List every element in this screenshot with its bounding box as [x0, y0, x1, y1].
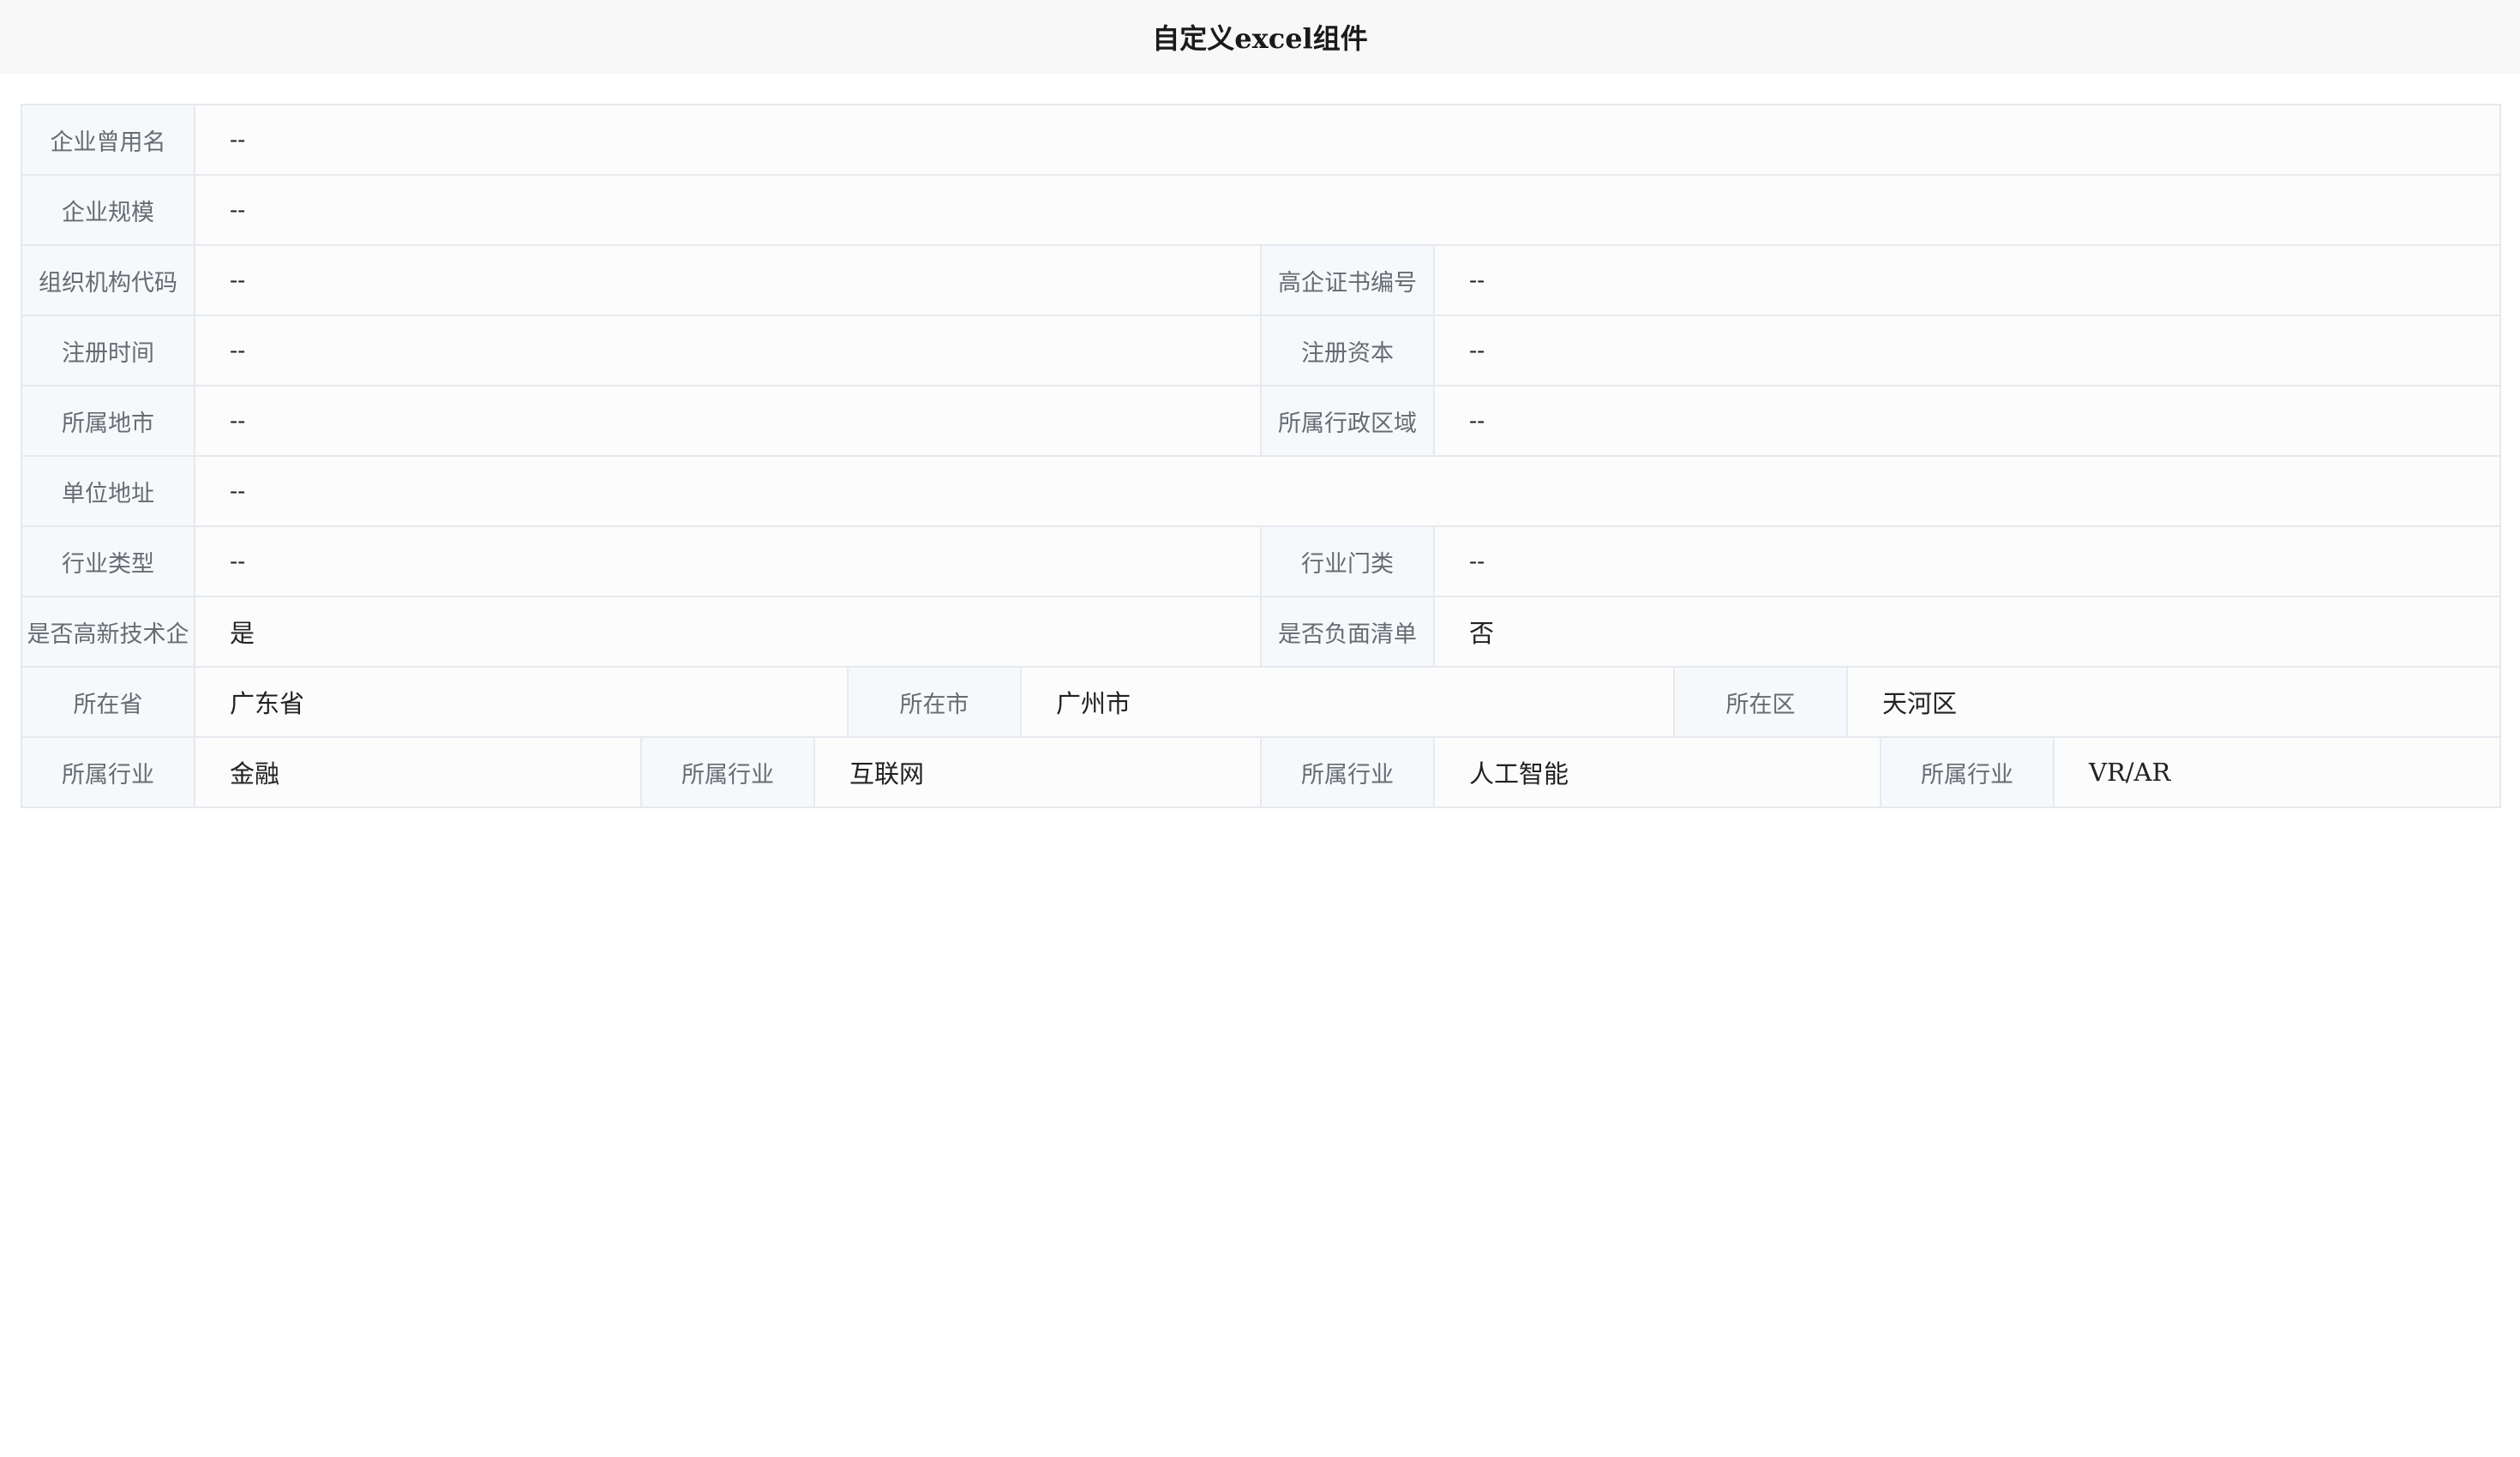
field-label-enterprise-scale: 企业规模	[22, 176, 195, 246]
field-value-is-negative-list: 否	[1435, 597, 2501, 668]
field-label-is-negative-list: 是否负面清单	[1262, 597, 1435, 668]
field-label-hitech-cert-no: 高企证书编号	[1262, 246, 1435, 316]
field-label-register-time: 注册时间	[22, 316, 195, 387]
grid-row: 注册时间 -- 注册资本 --	[22, 316, 2501, 387]
field-value-former-name: --	[195, 105, 2501, 176]
field-value-industry-type: --	[195, 527, 1262, 597]
grid-row: 所属地市 -- 所属行政区域 --	[22, 387, 2501, 457]
page-title: 自定义excel组件	[1152, 22, 1368, 55]
grid-row: 组织机构代码 -- 高企证书编号 --	[22, 246, 2501, 316]
field-value-enterprise-scale: --	[195, 176, 2501, 246]
page-header: 自定义excel组件	[0, 0, 2520, 74]
field-value-hitech-cert-no: --	[1435, 246, 2501, 316]
field-label-industry-2: 所属行业	[642, 738, 815, 808]
field-label-org-code: 组织机构代码	[22, 246, 195, 316]
field-label-industry-3: 所属行业	[1262, 738, 1435, 808]
grid-row: 是否高新技术企 是 是否负面清单 否	[22, 597, 2501, 668]
field-value-industry-4: VR/AR	[2055, 738, 2501, 808]
field-label-located-city: 所在市	[849, 668, 1022, 738]
field-label-address: 单位地址	[22, 457, 195, 527]
grid-row: 企业曾用名 --	[22, 105, 2501, 176]
grid-row: 所在省 广东省 所在市 广州市 所在区 天河区	[22, 668, 2501, 738]
field-value-district: 天河区	[1848, 668, 2501, 738]
field-label-register-capital: 注册资本	[1262, 316, 1435, 387]
field-value-address: --	[195, 457, 2501, 527]
info-grid: 企业曾用名 -- 企业规模 -- 组织机构代码 -- 高企证书编号 -- 注册时…	[21, 104, 2501, 808]
field-label-industry-4: 所属行业	[1881, 738, 2055, 808]
field-label-industry-category: 行业门类	[1262, 527, 1435, 597]
field-value-province: 广东省	[195, 668, 849, 738]
grid-row: 企业规模 --	[22, 176, 2501, 246]
field-label-city: 所属地市	[22, 387, 195, 457]
field-value-city: --	[195, 387, 1262, 457]
grid-row: 行业类型 -- 行业门类 --	[22, 527, 2501, 597]
field-label-is-hitech: 是否高新技术企	[22, 597, 195, 668]
field-value-industry-2: 互联网	[815, 738, 1262, 808]
field-label-industry-type: 行业类型	[22, 527, 195, 597]
field-value-industry-category: --	[1435, 527, 2501, 597]
grid-row: 单位地址 --	[22, 457, 2501, 527]
field-value-industry-3: 人工智能	[1435, 738, 1881, 808]
field-value-located-city: 广州市	[1022, 668, 1675, 738]
field-value-register-time: --	[195, 316, 1262, 387]
field-value-industry-1: 金融	[195, 738, 642, 808]
field-value-is-hitech: 是	[195, 597, 1262, 668]
field-label-industry-1: 所属行业	[22, 738, 195, 808]
field-label-former-name: 企业曾用名	[22, 105, 195, 176]
field-value-register-capital: --	[1435, 316, 2501, 387]
grid-row: 所属行业 金融 所属行业 互联网 所属行业 人工智能 所属行业 VR/AR	[22, 738, 2501, 808]
field-label-admin-region: 所属行政区域	[1262, 387, 1435, 457]
field-value-org-code: --	[195, 246, 1262, 316]
field-label-district: 所在区	[1675, 668, 1848, 738]
field-label-province: 所在省	[22, 668, 195, 738]
field-value-admin-region: --	[1435, 387, 2501, 457]
